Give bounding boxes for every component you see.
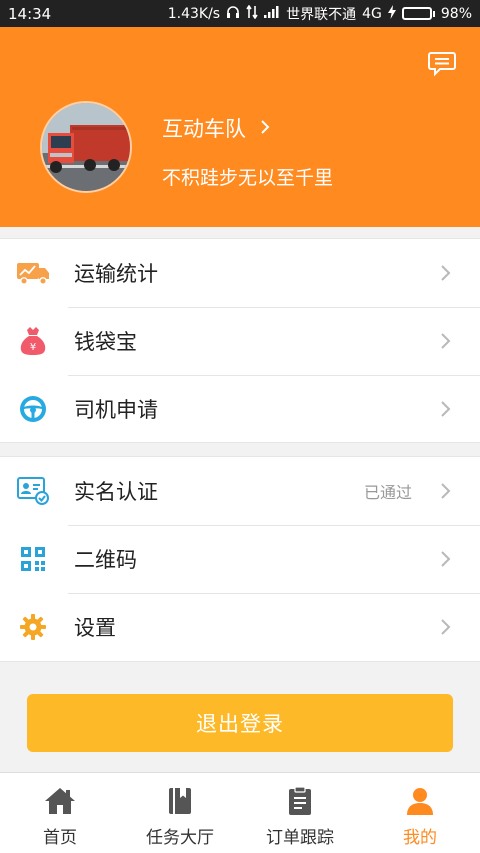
network-type: 4G [362, 5, 382, 22]
menu-item-transport-stats[interactable]: 运输统计 [0, 239, 480, 307]
bottom-tab-bar: 首页 任务大厅 订单跟踪 我的 [0, 772, 480, 853]
menu-item-real-name-auth[interactable]: 实名认证 已通过 [0, 457, 480, 525]
tab-label: 订单跟踪 [266, 828, 334, 848]
team-name: 互动车队 [162, 117, 246, 141]
logout-button[interactable]: 退出登录 [27, 694, 453, 752]
network-speed: 1.43K/s [167, 5, 221, 22]
data-transfer-icon [246, 4, 258, 23]
steering-wheel-icon [16, 392, 50, 426]
chevron-right-icon [440, 400, 452, 418]
id-card-icon [16, 474, 50, 508]
status-time: 14:34 [8, 4, 52, 23]
battery-percent: 98% [440, 5, 472, 22]
team-name-link[interactable]: 互动车队 [162, 113, 270, 143]
truck-chart-icon [16, 256, 50, 290]
menu-item-wallet[interactable]: ¥ 钱袋宝 [0, 307, 480, 375]
carrier-name: 世界联不通 [286, 6, 357, 23]
tab-home[interactable]: 首页 [0, 773, 120, 853]
menu-item-label: 钱袋宝 [74, 330, 137, 354]
svg-text:¥: ¥ [30, 342, 36, 353]
menu-item-label: 二维码 [74, 548, 137, 572]
gear-icon [16, 610, 50, 644]
money-bag-icon: ¥ [16, 324, 50, 358]
clipboard-icon [283, 785, 317, 817]
tab-label: 我的 [403, 828, 437, 848]
tab-mine[interactable]: 我的 [360, 773, 480, 853]
menu-group-2: 实名认证 已通过 二维码 设置 [0, 456, 480, 662]
profile-header: 互动车队 不积跬步无以至千里 [0, 27, 480, 227]
chevron-right-icon [440, 332, 452, 350]
home-icon [43, 785, 77, 817]
chevron-right-icon [440, 482, 452, 500]
tab-task-hall[interactable]: 任务大厅 [120, 773, 240, 853]
menu-item-label: 设置 [74, 616, 116, 640]
chevron-right-icon [260, 116, 270, 140]
menu-item-qr-code[interactable]: 二维码 [0, 525, 480, 593]
tab-label: 首页 [43, 828, 77, 848]
menu-item-label: 司机申请 [74, 398, 158, 422]
menu-item-driver-apply[interactable]: 司机申请 [0, 375, 480, 443]
charging-icon [387, 4, 396, 23]
signal-icon [264, 5, 280, 22]
menu-item-label: 实名认证 [74, 480, 158, 504]
battery-icon [401, 7, 435, 20]
message-icon[interactable] [428, 51, 456, 77]
headset-icon [226, 5, 240, 23]
qr-code-icon [16, 542, 50, 576]
avatar[interactable] [40, 101, 132, 193]
person-icon [403, 785, 437, 817]
tab-label: 任务大厅 [146, 828, 214, 848]
chevron-right-icon [440, 550, 452, 568]
verification-status: 已通过 [363, 483, 412, 502]
chevron-right-icon [440, 264, 452, 282]
tab-order-tracking[interactable]: 订单跟踪 [240, 773, 360, 853]
menu-item-label: 运输统计 [74, 262, 158, 286]
chevron-right-icon [440, 618, 452, 636]
status-bar: 14:34 1.43K/s 世界联不通 4G 98% [0, 0, 480, 27]
team-slogan: 不积跬步无以至千里 [162, 167, 334, 189]
book-icon [163, 785, 197, 817]
menu-item-settings[interactable]: 设置 [0, 593, 480, 661]
menu-group-1: 运输统计 ¥ 钱袋宝 司机申请 [0, 238, 480, 443]
